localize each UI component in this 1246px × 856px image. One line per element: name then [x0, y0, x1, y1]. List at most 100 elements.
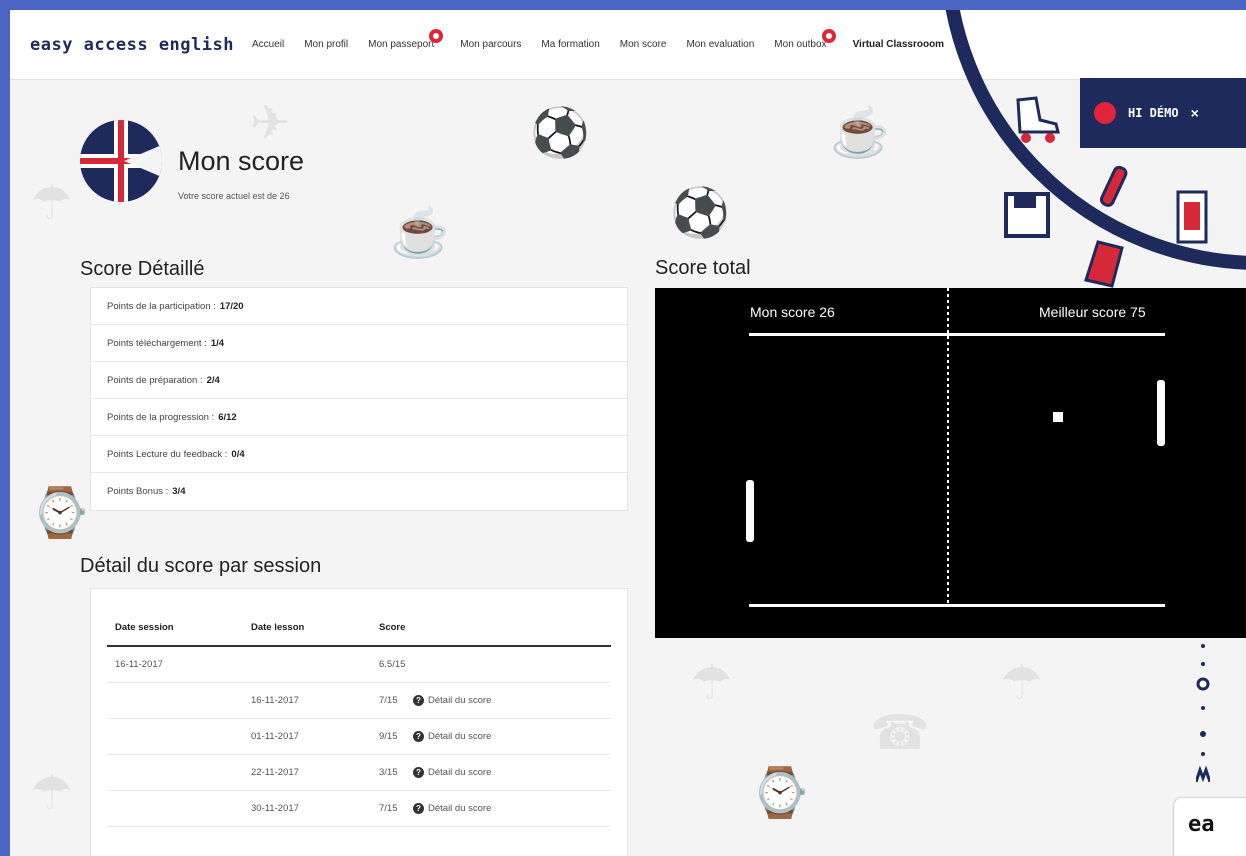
cell-date-lesson: 22-11-2017	[251, 767, 299, 778]
brand-logo[interactable]: easy access english	[30, 35, 234, 55]
cell-score: 3/15	[379, 767, 398, 778]
column-header-score: Score	[379, 622, 406, 633]
list-item: Points Lecture du feedback :0/4	[91, 436, 627, 473]
doodle-icon: ☂	[30, 767, 74, 820]
doodle-icon: ☕	[830, 107, 890, 160]
nav-item-label: Mon score	[619, 39, 667, 50]
floppy-disk-icon	[1004, 192, 1050, 238]
detail-item-label: Points de la progression :	[107, 411, 215, 423]
doodle-icon: ☂	[1000, 657, 1044, 710]
roller-skate-icon	[1016, 96, 1060, 143]
nav-item-label: Virtual Classrooom	[852, 39, 945, 50]
nav-item-mon-score[interactable]: Mon score	[620, 39, 667, 50]
session-score-table: Date session Date lesson Score 16-11-201…	[90, 588, 628, 856]
score-detail-link-label: Détail du score	[428, 803, 492, 814]
question-circle-icon: ?	[413, 695, 424, 706]
cell-date-lesson: 30-11-2017	[251, 803, 299, 814]
doodle-icon: ☎	[870, 707, 930, 760]
score-detail-link[interactable]: ? Détail du score	[413, 731, 491, 742]
nav-item-accueil[interactable]: Accueil	[252, 39, 284, 50]
table-row: 01-11-2017 9/15 ? Détail du score	[107, 719, 611, 755]
detail-item-label: Points de préparation :	[107, 374, 203, 386]
ball	[1053, 412, 1063, 422]
nav-item-mon-parcours[interactable]: Mon parcours	[460, 39, 521, 50]
detail-item-label: Points téléchargement :	[107, 337, 207, 349]
detail-item-value: 1/4	[210, 337, 225, 349]
detail-score-list: Points de la participation :17/20 Points…	[90, 287, 628, 511]
doodle-icon: ☕	[390, 207, 450, 260]
vertical-dots-decoration	[1196, 644, 1210, 782]
total-section-title: Score total	[655, 257, 751, 279]
list-item: Points de la participation :17/20	[91, 288, 627, 325]
score-detail-link-label: Détail du score	[428, 695, 492, 706]
doodle-icon: ☂	[690, 657, 734, 710]
bottom-wall	[749, 604, 1165, 607]
notification-badge-icon	[429, 29, 444, 43]
detail-item-label: Points Bonus :	[107, 486, 169, 497]
nav-item-mon-passeport[interactable]: Mon passeport	[368, 29, 444, 50]
detail-item-value: 3/4	[172, 486, 186, 497]
column-header-date-session: Date session	[115, 622, 174, 633]
cell-date-lesson: 16-11-2017	[251, 695, 299, 706]
right-paddle	[1157, 380, 1165, 446]
column-header-date-lesson: Date lesson	[251, 622, 305, 633]
best-score-label: Meilleur score 75	[1039, 304, 1146, 320]
nav-item-label: Mon outbox	[774, 39, 827, 50]
doodle-icon: ⚽	[670, 187, 730, 240]
nav-item-virtual-classroom[interactable]: Virtual Classrooom	[853, 39, 945, 50]
question-circle-icon: ?	[413, 767, 424, 778]
table-header: Date session Date lesson Score	[107, 589, 611, 647]
doodle-icon: ⌚	[750, 767, 810, 820]
demo-user-chip[interactable]: HI DÉMO ×	[1080, 78, 1246, 148]
my-score-label: Mon score 26	[750, 304, 835, 320]
demo-user-label: HI DÉMO	[1128, 106, 1179, 120]
list-item: Points de la progression :6/12	[91, 399, 627, 436]
list-item: Points téléchargement :1/4	[91, 325, 627, 362]
cassette-icon	[1176, 190, 1208, 244]
nav-item-ma-formation[interactable]: Ma formation	[541, 39, 599, 50]
cell-score: 7/15	[379, 695, 398, 706]
detail-item-label: Points de la participation :	[107, 300, 216, 312]
score-detail-link[interactable]: ? Détail du score	[413, 803, 491, 814]
table-row: 16-11-2017 6.5/15	[107, 647, 611, 683]
nav-item-mon-profil[interactable]: Mon profil	[304, 39, 348, 50]
detail-section-title: Score Détaillé	[80, 258, 205, 280]
score-detail-link-label: Détail du score	[428, 767, 492, 778]
nav-item-label: Mon profil	[304, 39, 349, 50]
nav-item-mon-outbox[interactable]: Mon outbox	[774, 29, 836, 50]
big-ben-icon	[1084, 240, 1124, 288]
list-item: Points de préparation :2/4	[91, 362, 627, 399]
corner-brand-logo[interactable]: ea	[1174, 798, 1246, 856]
close-icon[interactable]: ×	[1191, 105, 1199, 121]
question-circle-icon: ?	[413, 731, 424, 742]
detail-item-label: Points Lecture du feedback :	[107, 448, 228, 460]
nav-item-mon-evaluation[interactable]: Mon evaluation	[686, 39, 754, 50]
nav-item-label: Mon evaluation	[686, 39, 755, 50]
union-jack-pacman-logo	[80, 120, 162, 202]
list-item: Points Bonus :3/4	[91, 473, 627, 510]
doodle-icon: ☂	[30, 177, 74, 230]
cell-date-session: 16-11-2017	[115, 659, 163, 670]
cell-score: 7/15	[379, 803, 398, 814]
doodle-icon: ✈	[250, 97, 291, 150]
top-wall	[749, 333, 1165, 336]
detail-item-value: 17/20	[219, 300, 244, 312]
nav-item-label: Ma formation	[541, 39, 600, 50]
pong-score-game[interactable]: Mon score 26 Meilleur score 75	[655, 288, 1246, 638]
score-detail-link[interactable]: ? Détail du score	[413, 767, 491, 778]
score-detail-link-label: Détail du score	[428, 731, 492, 742]
nav-item-label: Accueil	[251, 39, 285, 50]
notification-badge-icon	[821, 29, 836, 43]
table-row: 30-11-2017 7/15 ? Détail du score	[107, 791, 611, 827]
cell-score: 6.5/15	[379, 659, 406, 670]
score-detail-link[interactable]: ? Détail du score	[413, 695, 491, 706]
left-paddle	[746, 480, 754, 542]
table-row: 22-11-2017 3/15 ? Détail du score	[107, 755, 611, 791]
center-net	[947, 288, 949, 604]
detail-item-value: 6/12	[218, 411, 237, 423]
session-section-title: Détail du score par session	[80, 555, 322, 577]
nav-item-label: Mon parcours	[460, 39, 522, 50]
microphone-icon	[1099, 165, 1128, 207]
cell-score: 9/15	[379, 731, 398, 742]
app-frame: ☂ ✈ ☕ ⚽ ⌚ ☂ ☂ ☎ ☂ ⚽ ☕ ⌚ easy access engl…	[10, 10, 1246, 856]
